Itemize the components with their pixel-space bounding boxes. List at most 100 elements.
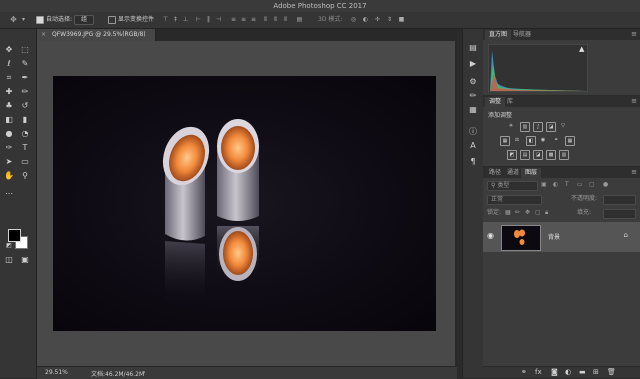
status-arrow-icon[interactable]: › (143, 369, 145, 376)
selective-color-icon[interactable]: ▩ (546, 150, 556, 160)
zoom-level[interactable]: 29.51% (45, 369, 68, 376)
delete-layer-icon[interactable]: 🗑︎ (607, 368, 616, 376)
levels-icon[interactable]: ▥ (520, 122, 530, 132)
slide-3d-icon[interactable]: ⇕ (386, 16, 393, 23)
color-lookup-icon[interactable]: ▦ (565, 136, 575, 146)
marquee-icon[interactable]: ⬚ (20, 45, 30, 55)
tab-paths[interactable]: 路径 (485, 168, 505, 178)
warning-icon[interactable]: ▲ (579, 45, 584, 53)
filter-type-icon[interactable]: T (565, 180, 569, 190)
tab-channels[interactable]: 通道 (503, 168, 523, 178)
new-adjustment-icon[interactable]: ◐ (565, 368, 571, 376)
swatches-icon[interactable]: ▦ (468, 105, 478, 115)
close-icon[interactable]: × (41, 29, 46, 41)
panel-menu-icon[interactable]: ≡ (631, 168, 637, 176)
panel-menu-icon[interactable]: ≡ (631, 97, 637, 105)
history-brush-icon[interactable]: ↺ (20, 101, 30, 111)
lock-transparent-icon[interactable]: ▦ (505, 208, 511, 218)
layer-row[interactable]: ◉ 背景 ⌂ (483, 222, 640, 252)
document-tab[interactable]: × QFW3969.JPG @ 29.5%(RGB/8) (37, 29, 156, 41)
info-icon[interactable]: ⓘ (468, 127, 478, 137)
paragraph-icon[interactable]: ¶ (468, 157, 478, 167)
filter-adjustment-icon[interactable]: ◐ (553, 180, 558, 190)
screen-mode-icon[interactable]: ▣ (20, 255, 30, 265)
invert-icon[interactable]: ◩ (507, 150, 517, 160)
distribute-top-icon[interactable]: ≡ (230, 16, 237, 23)
healing-brush-icon[interactable]: ✚ (4, 87, 14, 97)
photo-filter-icon[interactable]: ◉ (539, 136, 547, 144)
camera-3d-icon[interactable]: ■ (398, 16, 405, 23)
auto-select-target-dropdown[interactable]: 组 (74, 15, 95, 25)
curves-icon[interactable]: ∫ (533, 122, 543, 132)
layer-style-icon[interactable]: fx (535, 368, 542, 376)
distribute-vcenter-icon[interactable]: ≡ (240, 16, 247, 23)
channel-mixer-icon[interactable]: ⚭ (552, 136, 560, 144)
black-white-icon[interactable]: ◧ (526, 136, 536, 146)
distribute-hcenter-icon[interactable]: ⦀ (272, 16, 279, 23)
lock-position-icon[interactable]: ✥ (525, 208, 530, 218)
align-vcenter-icon[interactable]: ‡ (172, 16, 179, 23)
distribute-bottom-icon[interactable]: ≡ (250, 16, 257, 23)
distribute-left-icon[interactable]: ⦀ (262, 16, 269, 23)
filter-toggle-icon[interactable]: ● (603, 180, 608, 190)
tab-histogram[interactable]: 直方图 (485, 30, 512, 40)
canvas-image[interactable] (53, 76, 436, 331)
actions-icon[interactable]: ▶ (468, 59, 478, 69)
dodge-icon[interactable]: ◔ (20, 129, 30, 139)
drag-3d-icon[interactable]: ✢ (374, 16, 381, 23)
quick-mask-icon[interactable]: ◫ (4, 255, 14, 265)
exposure-icon[interactable]: ◪ (546, 122, 556, 132)
color-balance-icon[interactable]: ⚖ (513, 136, 521, 144)
move-tool-icon[interactable]: ✥ (4, 45, 14, 55)
link-layers-icon[interactable]: ⚭ (521, 368, 527, 376)
tab-layers[interactable]: 图层 (521, 168, 542, 178)
shape-icon[interactable]: ▭ (20, 157, 30, 167)
lock-artboard-icon[interactable]: ▢ (535, 208, 541, 218)
auto-select-checkbox[interactable]: 自动选择: (36, 15, 72, 25)
eyedropper-icon[interactable]: ✒ (20, 73, 30, 83)
blur-icon[interactable]: ● (4, 129, 14, 139)
filter-pixel-icon[interactable]: ▣ (541, 180, 547, 190)
filter-smart-icon[interactable]: ▢ (589, 180, 595, 190)
more-tools-icon[interactable]: ⋯ (4, 189, 14, 199)
crop-icon[interactable]: ⌗ (4, 73, 14, 83)
panel-menu-icon[interactable]: ≡ (631, 30, 637, 38)
align-top-icon[interactable]: ⊤ (162, 16, 169, 23)
default-colors-icon[interactable]: ◩ (4, 241, 14, 251)
tab-libraries[interactable]: 库 (503, 97, 517, 107)
chevron-down-icon[interactable]: ▾ (20, 16, 27, 23)
stamp-icon[interactable]: ♣ (4, 101, 14, 111)
new-layer-icon[interactable]: ⊞ (593, 368, 599, 376)
hand-icon[interactable]: ✋ (4, 171, 14, 181)
gradient-map-icon[interactable]: ▥ (559, 150, 569, 160)
type-icon[interactable]: T (20, 143, 30, 153)
brush-panel-icon[interactable]: ✏ (468, 91, 478, 101)
orbit-3d-icon[interactable]: ◎ (350, 16, 357, 23)
layer-filter-dropdown[interactable]: ⚲ 类型 (487, 181, 538, 191)
auto-align-icon[interactable]: ▤ (296, 16, 303, 23)
align-right-icon[interactable]: ⊣ (215, 16, 222, 23)
zoom-icon[interactable]: ⚲ (20, 171, 30, 181)
add-mask-icon[interactable]: ◙ (551, 368, 558, 376)
fill-input[interactable] (603, 209, 636, 219)
distribute-right-icon[interactable]: ⦀ (282, 16, 289, 23)
lock-all-icon[interactable]: 🔒︎ (545, 208, 548, 218)
align-left-icon[interactable]: ⊢ (195, 16, 202, 23)
properties-icon[interactable]: ⚙ (468, 77, 478, 87)
quick-select-icon[interactable]: ✎ (20, 59, 30, 69)
history-icon[interactable]: ▤ (468, 43, 478, 53)
blend-mode-dropdown[interactable]: 正常 (487, 195, 542, 205)
vibrance-icon[interactable]: ▽ (559, 122, 567, 130)
eraser-icon[interactable]: ◧ (4, 115, 14, 125)
hue-saturation-icon[interactable]: ▦ (500, 136, 510, 146)
brightness-icon[interactable]: ☀ (507, 122, 515, 130)
path-select-icon[interactable]: ➤ (4, 157, 14, 167)
tab-navigator[interactable]: 导航器 (509, 30, 535, 40)
show-transform-checkbox[interactable]: 显示变换控件 (108, 15, 154, 25)
gradient-icon[interactable]: ▮ (20, 115, 30, 125)
posterize-icon[interactable]: ▤ (520, 150, 530, 160)
tab-adjustments[interactable]: 调整 (485, 97, 506, 107)
align-bottom-icon[interactable]: ⊥ (182, 16, 189, 23)
lasso-icon[interactable]: ℓ (4, 59, 14, 69)
opacity-input[interactable] (603, 195, 636, 205)
